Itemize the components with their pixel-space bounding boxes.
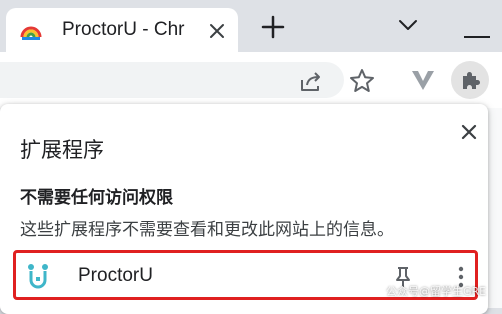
share-icon[interactable] (298, 68, 324, 94)
puzzle-icon (463, 72, 480, 89)
tab-search-chevron-down-icon[interactable] (395, 14, 421, 36)
tab-proctoru[interactable]: ProctorU - Chr (6, 8, 238, 52)
close-icon[interactable] (458, 121, 480, 143)
browser-toolbar (0, 52, 502, 108)
proctoru-extension-icon (26, 263, 50, 289)
close-tab-icon[interactable] (206, 20, 228, 42)
proctoru-favicon-icon (20, 19, 42, 41)
tab-strip: ProctorU - Chr (0, 0, 502, 52)
watermark: 公众号@留学生GRE (386, 285, 487, 298)
extensions-popup: 扩展程序 不需要任何访问权限 这些扩展程序不需要查看和更改此网站上的信息。 Pr… (0, 104, 488, 314)
address-bar[interactable] (0, 62, 344, 98)
extensions-puzzle-button[interactable] (451, 61, 489, 99)
popup-title: 扩展程序 (20, 138, 104, 162)
window-minimize-icon[interactable] (464, 24, 490, 38)
bookmark-star-icon[interactable] (348, 67, 376, 95)
new-tab-plus-icon[interactable] (260, 14, 286, 40)
v-extension-icon[interactable] (409, 66, 437, 94)
tab-title: ProctorU - Chr (62, 19, 185, 40)
section-description: 这些扩展程序不需要查看和更改此网站上的信息。 (20, 220, 394, 240)
extension-name: ProctorU (78, 265, 153, 286)
section-heading: 不需要任何访问权限 (20, 188, 173, 208)
